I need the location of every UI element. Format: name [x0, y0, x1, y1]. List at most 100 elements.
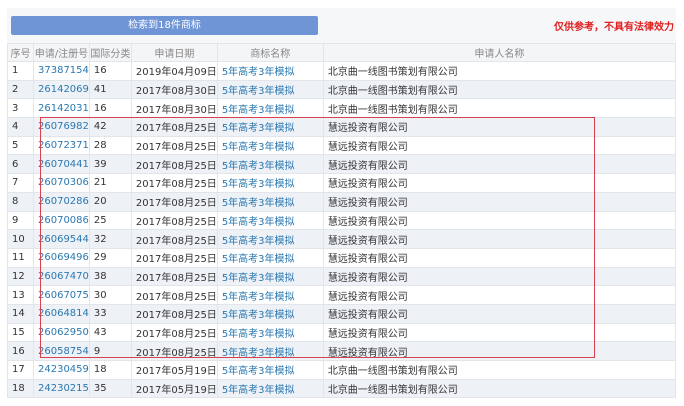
reg-number-link[interactable]: 24230459	[33, 360, 90, 380]
applicant-cell: 慧远投资有限公司	[322, 229, 677, 249]
reg-number-link[interactable]: 26076982	[33, 117, 90, 137]
applicant-cell: 北京曲一线图书策划有限公司	[322, 378, 677, 399]
applicant-cell: 慧远投资有限公司	[322, 117, 677, 137]
trademark-name-link[interactable]: 5年高考3年模拟	[216, 303, 324, 324]
reg-number-link[interactable]: 24230215	[33, 378, 90, 399]
date-cell: 2017年08月25日	[130, 173, 218, 193]
date-cell: 2017年08月25日	[130, 247, 218, 268]
reg-number-link[interactable]: 26058754	[33, 341, 90, 361]
reg-number-link[interactable]: 26142069	[33, 79, 90, 100]
table-row: 8 26070286 20 2017年08月25日 5年高考3年模拟 慧远投资有限公司	[7, 191, 677, 212]
row-index: 6	[7, 154, 34, 175]
table-row: 2 26142069 41 2017年08月30日 5年高考3年模拟 北京曲一线图书策划有…	[7, 79, 677, 100]
reg-number-link[interactable]: 37387154	[33, 61, 90, 81]
row-index: 17	[7, 360, 34, 380]
date-cell: 2017年05月19日	[130, 360, 218, 380]
applicant-cell: 慧远投资有限公司	[322, 322, 677, 343]
row-index: 11	[7, 247, 34, 268]
date-cell: 2017年08月25日	[130, 191, 218, 212]
row-index: 3	[7, 98, 34, 119]
reg-number-link[interactable]: 26069544	[33, 229, 90, 249]
table-row: 1 37387154 16 2019年04月09日 5年高考3年模拟 北京曲一线图书策划有…	[7, 61, 677, 81]
trademark-name-link[interactable]: 5年高考3年模拟	[216, 79, 324, 100]
class-cell: 16	[88, 98, 132, 119]
row-index: 13	[7, 285, 34, 305]
date-cell: 2017年08月25日	[130, 210, 218, 231]
disclaimer-text: 仅供参考，不具有法律效力	[554, 22, 674, 33]
trademark-name-link[interactable]: 5年高考3年模拟	[216, 61, 324, 81]
trademark-name-link[interactable]: 5年高考3年模拟	[216, 322, 324, 343]
row-index: 1	[7, 61, 34, 81]
row-index: 14	[7, 303, 34, 324]
date-cell: 2017年08月25日	[130, 135, 218, 156]
applicant-cell: 北京曲一线图书策划有限公司	[322, 61, 677, 81]
row-index: 15	[7, 322, 34, 343]
search-results-button[interactable]: 检索到18件商标	[11, 16, 318, 35]
table-header-row: 序号 申请/注册号 国际分类 申请日期 商标名称 申请人名称	[7, 43, 677, 62]
date-cell: 2017年08月25日	[130, 341, 218, 361]
reg-number-link[interactable]: 26062950	[33, 322, 90, 343]
class-cell: 18	[88, 360, 132, 380]
date-cell: 2017年08月25日	[130, 285, 218, 305]
trademark-name-link[interactable]: 5年高考3年模拟	[216, 154, 324, 175]
trademark-name-link[interactable]: 5年高考3年模拟	[216, 247, 324, 268]
class-cell: 9	[88, 341, 132, 361]
trademark-name-link[interactable]: 5年高考3年模拟	[216, 173, 324, 193]
trademark-name-link[interactable]: 5年高考3年模拟	[216, 341, 324, 361]
reg-number-link[interactable]: 26070441	[33, 154, 90, 175]
class-cell: 16	[88, 61, 132, 81]
trademark-name-link[interactable]: 5年高考3年模拟	[216, 191, 324, 212]
trademark-name-link[interactable]: 5年高考3年模拟	[216, 266, 324, 287]
applicant-cell: 北京曲一线图书策划有限公司	[322, 360, 677, 380]
table-row: 18 24230215 35 2017年05月19日 5年高考3年模拟 北京曲一线图书策划…	[7, 378, 677, 399]
class-cell: 35	[88, 378, 132, 399]
date-cell: 2017年08月25日	[130, 303, 218, 324]
reg-number-link[interactable]: 26070286	[33, 191, 90, 212]
class-cell: 29	[88, 247, 132, 268]
applicant-cell: 慧远投资有限公司	[322, 285, 677, 305]
table-row: 11 26069496 29 2017年08月25日 5年高考3年模拟 慧远投资有限公司	[7, 247, 677, 268]
reg-number-link[interactable]: 26142031	[33, 98, 90, 119]
table-row: 16 26058754 9 2017年08月25日 5年高考3年模拟 慧远投资有限公司	[7, 341, 677, 361]
class-cell: 21	[88, 173, 132, 193]
trademark-name-link[interactable]: 5年高考3年模拟	[216, 98, 324, 119]
date-cell: 2017年08月30日	[130, 79, 218, 100]
class-cell: 41	[88, 79, 132, 100]
trademark-name-link[interactable]: 5年高考3年模拟	[216, 117, 324, 137]
applicant-cell: 慧远投资有限公司	[322, 210, 677, 231]
reg-number-link[interactable]: 26069496	[33, 247, 90, 268]
applicant-cell: 慧远投资有限公司	[322, 154, 677, 175]
col-header-index: 序号	[7, 43, 34, 62]
reg-number-link[interactable]: 26064814	[33, 303, 90, 324]
reg-number-link[interactable]: 26067470	[33, 266, 90, 287]
date-cell: 2017年08月30日	[130, 98, 218, 119]
table-row: 5 26072371 28 2017年08月25日 5年高考3年模拟 慧远投资有限公司	[7, 135, 677, 156]
row-index: 10	[7, 229, 34, 249]
reg-number-link[interactable]: 26070306	[33, 173, 90, 193]
class-cell: 42	[88, 117, 132, 137]
row-index: 5	[7, 135, 34, 156]
applicant-cell: 慧远投资有限公司	[322, 266, 677, 287]
date-cell: 2017年08月25日	[130, 322, 218, 343]
table-row: 9 26070086 25 2017年08月25日 5年高考3年模拟 慧远投资有限公司	[7, 210, 677, 231]
col-header-class: 国际分类	[88, 43, 132, 62]
table-row: 7 26070306 21 2017年08月25日 5年高考3年模拟 慧远投资有限公司	[7, 173, 677, 193]
reg-number-link[interactable]: 26070086	[33, 210, 90, 231]
row-index: 2	[7, 79, 34, 100]
class-cell: 28	[88, 135, 132, 156]
applicant-cell: 慧远投资有限公司	[322, 135, 677, 156]
trademark-name-link[interactable]: 5年高考3年模拟	[216, 229, 324, 249]
row-index: 12	[7, 266, 34, 287]
trademark-name-link[interactable]: 5年高考3年模拟	[216, 360, 324, 380]
row-index: 4	[7, 117, 34, 137]
reg-number-link[interactable]: 26072371	[33, 135, 90, 156]
reg-number-link[interactable]: 26067075	[33, 285, 90, 305]
trademark-name-link[interactable]: 5年高考3年模拟	[216, 378, 324, 399]
date-cell: 2017年08月25日	[130, 117, 218, 137]
col-header-applicant: 申请人名称	[322, 43, 677, 62]
trademark-name-link[interactable]: 5年高考3年模拟	[216, 285, 324, 305]
trademark-name-link[interactable]: 5年高考3年模拟	[216, 210, 324, 231]
trademark-name-link[interactable]: 5年高考3年模拟	[216, 135, 324, 156]
date-cell: 2019年04月09日	[130, 61, 218, 81]
table-row: 13 26067075 30 2017年08月25日 5年高考3年模拟 慧远投资有限公司	[7, 285, 677, 305]
